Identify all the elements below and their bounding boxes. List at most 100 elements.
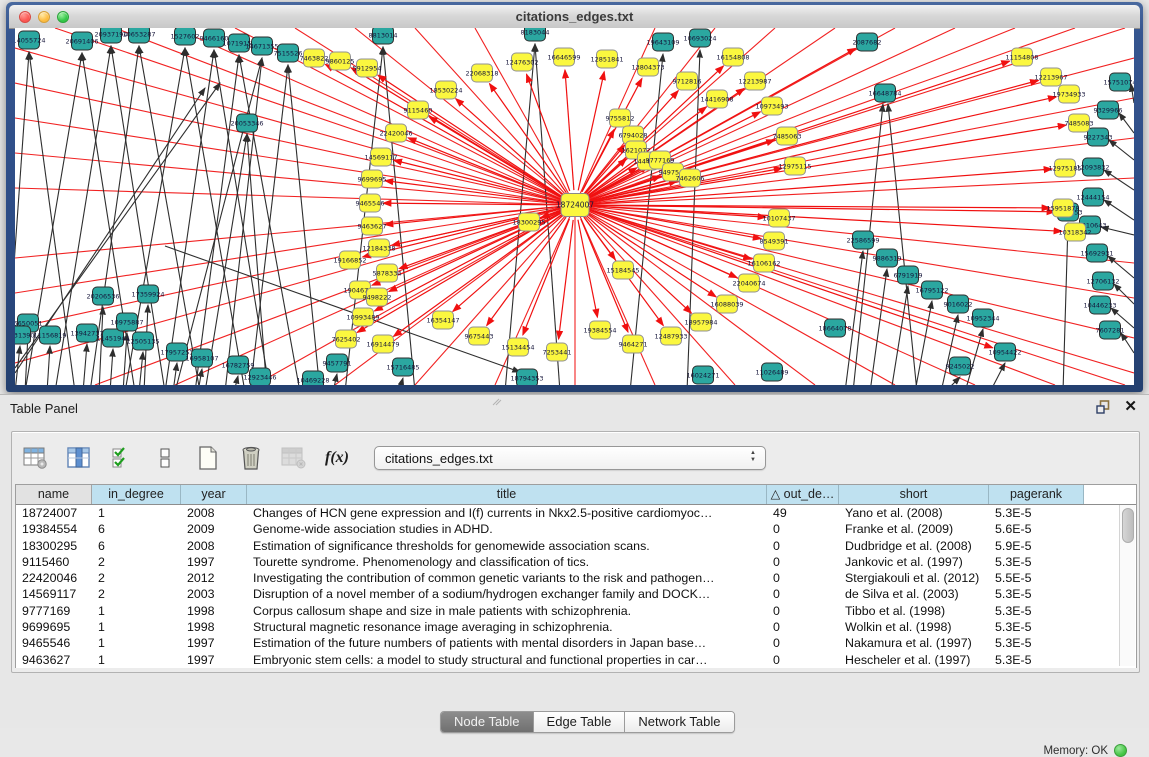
- table-cell: 1: [92, 619, 181, 635]
- table-cell: 0: [767, 652, 839, 668]
- table-cell: 0: [767, 586, 839, 602]
- table-selector-dropdown[interactable]: citations_edges.txt ▲▼: [374, 446, 766, 470]
- graph-edge: [1063, 223, 1068, 385]
- graph-node-label: 7607281: [1096, 326, 1125, 334]
- graph-edge: [234, 376, 238, 385]
- graph-edge: [1104, 200, 1134, 220]
- table-row[interactable]: 969969511998Structural magnetic resonanc…: [16, 619, 1136, 635]
- table-header-row: namein_degreeyeartitle△ out_de…shortpage…: [16, 485, 1136, 505]
- row-pair-button[interactable]: [151, 443, 179, 473]
- graph-node-label: 12213987: [738, 77, 771, 85]
- column-header-out_de[interactable]: △ out_de…: [767, 485, 839, 504]
- column-header-title[interactable]: title: [247, 485, 767, 504]
- graph-edge: [110, 349, 113, 385]
- table-settings-button[interactable]: [22, 443, 50, 473]
- table-cell: 0: [767, 619, 839, 635]
- table-row[interactable]: 946554611997Estimation of the future num…: [16, 635, 1136, 651]
- graph-node-label: 10653287: [122, 30, 155, 38]
- graph-edge: [247, 134, 267, 385]
- table-cell: 1997: [181, 652, 247, 668]
- vertical-scrollbar[interactable]: [1119, 505, 1135, 666]
- table-row[interactable]: 1830029562008Estimation of significance …: [16, 538, 1136, 554]
- float-panel-icon[interactable]: [1096, 400, 1111, 414]
- graph-node-label: 12487933: [654, 332, 687, 340]
- table-toolbar: f(x) citations_edges.txt ▲▼: [22, 440, 766, 476]
- panel-resize-grip-icon[interactable]: [492, 398, 502, 406]
- graph-edge: [990, 363, 1005, 385]
- show-columns-button[interactable]: [65, 443, 93, 473]
- graph-node-label: 15184545: [606, 266, 639, 274]
- scrollbar-thumb[interactable]: [1122, 508, 1134, 543]
- table-cell: 6: [92, 521, 181, 537]
- delete-table-disabled-button[interactable]: [280, 443, 308, 473]
- citation-network-graph[interactable]: 1405572420691406209371941065328715276029…: [15, 28, 1134, 385]
- table-type-tabs: Node TableEdge TableNetwork Table: [440, 711, 735, 733]
- tab-network-table[interactable]: Network Table: [625, 712, 733, 732]
- table-cell: 0: [767, 538, 839, 554]
- table-cell: 5.3E-5: [989, 635, 1084, 651]
- graph-edge: [83, 344, 87, 385]
- graph-node-label: 18664078: [818, 324, 851, 332]
- function-builder-button[interactable]: f(x): [323, 443, 351, 473]
- graph-edge: [523, 219, 570, 335]
- table-cell: 2012: [181, 570, 247, 586]
- graph-node-label: 9329966: [1094, 106, 1123, 114]
- graph-node-label: 19384554: [583, 326, 616, 334]
- table-cell: Hescheler et al. (1997): [839, 652, 989, 668]
- close-panel-icon[interactable]: ✕: [1124, 400, 1137, 414]
- table-row[interactable]: 1456911722003Disruption of a novel membe…: [16, 586, 1136, 602]
- table-row[interactable]: 1872400712008Changes of HCN gene express…: [16, 505, 1136, 521]
- graph-node-label: 10107437: [762, 214, 795, 222]
- graph-edge: [575, 205, 1134, 298]
- graph-edge: [527, 74, 570, 191]
- select-rows-button[interactable]: [108, 443, 136, 473]
- dropdown-arrows-icon: ▲▼: [750, 450, 756, 464]
- graph-node-label: 10975887: [110, 318, 143, 326]
- table-row[interactable]: 1938455462009Genome-wide association stu…: [16, 521, 1136, 537]
- graph-edge: [589, 61, 1009, 200]
- graph-edge: [565, 70, 574, 190]
- graph-edge: [590, 206, 1062, 231]
- table-cell: Tibbo et al. (1998): [839, 603, 989, 619]
- graph-node-label: 9464271: [619, 340, 648, 348]
- table-cell: 5.9E-5: [989, 538, 1084, 554]
- table-row[interactable]: 911546021997Tourette syndrome. Phenomeno…: [16, 554, 1136, 570]
- table-cell: Genome-wide association studies in ADHD.: [247, 521, 767, 537]
- graph-node-label: 9860125: [326, 57, 355, 65]
- table-cell: 18300295: [16, 538, 92, 554]
- column-header-pagerank[interactable]: pagerank: [989, 485, 1084, 504]
- table-cell: 22420046: [16, 570, 92, 586]
- table-cell: 2008: [181, 505, 247, 521]
- graph-node-label: 22068318: [465, 69, 498, 77]
- memory-ok-indicator: [1114, 744, 1127, 757]
- table-cell: 19384554: [16, 521, 92, 537]
- graph-edge: [15, 346, 20, 385]
- graph-node-label: 8183044: [521, 28, 550, 36]
- table-cell: Dudbridge et al. (2008): [839, 538, 989, 554]
- graph-node-label: 10318342: [1058, 228, 1091, 236]
- graph-node-label: 10952344: [966, 314, 999, 322]
- table-cell: 9699695: [16, 619, 92, 635]
- column-header-short[interactable]: short: [839, 485, 989, 504]
- table-cell: 5.3E-5: [989, 619, 1084, 635]
- graph-node-label: 14416908: [700, 95, 733, 103]
- table-row[interactable]: 977716911998Corpus callosum shape and si…: [16, 603, 1136, 619]
- network-canvas[interactable]: 1405572420691406209371941065328715276029…: [15, 28, 1134, 385]
- graph-node-label: 16782759: [221, 361, 254, 369]
- graph-node-label: 12444154: [1076, 193, 1109, 201]
- table-cell: Franke et al. (2009): [839, 521, 989, 537]
- table-row[interactable]: 946362711997Embryonic stem cells: a mode…: [16, 652, 1136, 668]
- new-table-button[interactable]: [194, 443, 222, 473]
- graph-edge: [408, 138, 561, 200]
- tab-edge-table[interactable]: Edge Table: [534, 712, 626, 732]
- column-header-year[interactable]: year: [181, 485, 247, 504]
- graph-edge: [214, 50, 270, 385]
- graph-node-label: 9245022: [946, 362, 975, 370]
- tab-node-table[interactable]: Node Table: [441, 712, 534, 732]
- window-titlebar[interactable]: citations_edges.txt: [9, 5, 1140, 29]
- table-row[interactable]: 2242004622012Investigating the contribut…: [16, 570, 1136, 586]
- column-header-in_degree[interactable]: in_degree: [92, 485, 181, 504]
- column-header-name[interactable]: name: [16, 485, 92, 504]
- graph-edge: [99, 307, 103, 385]
- delete-column-button[interactable]: [237, 443, 265, 473]
